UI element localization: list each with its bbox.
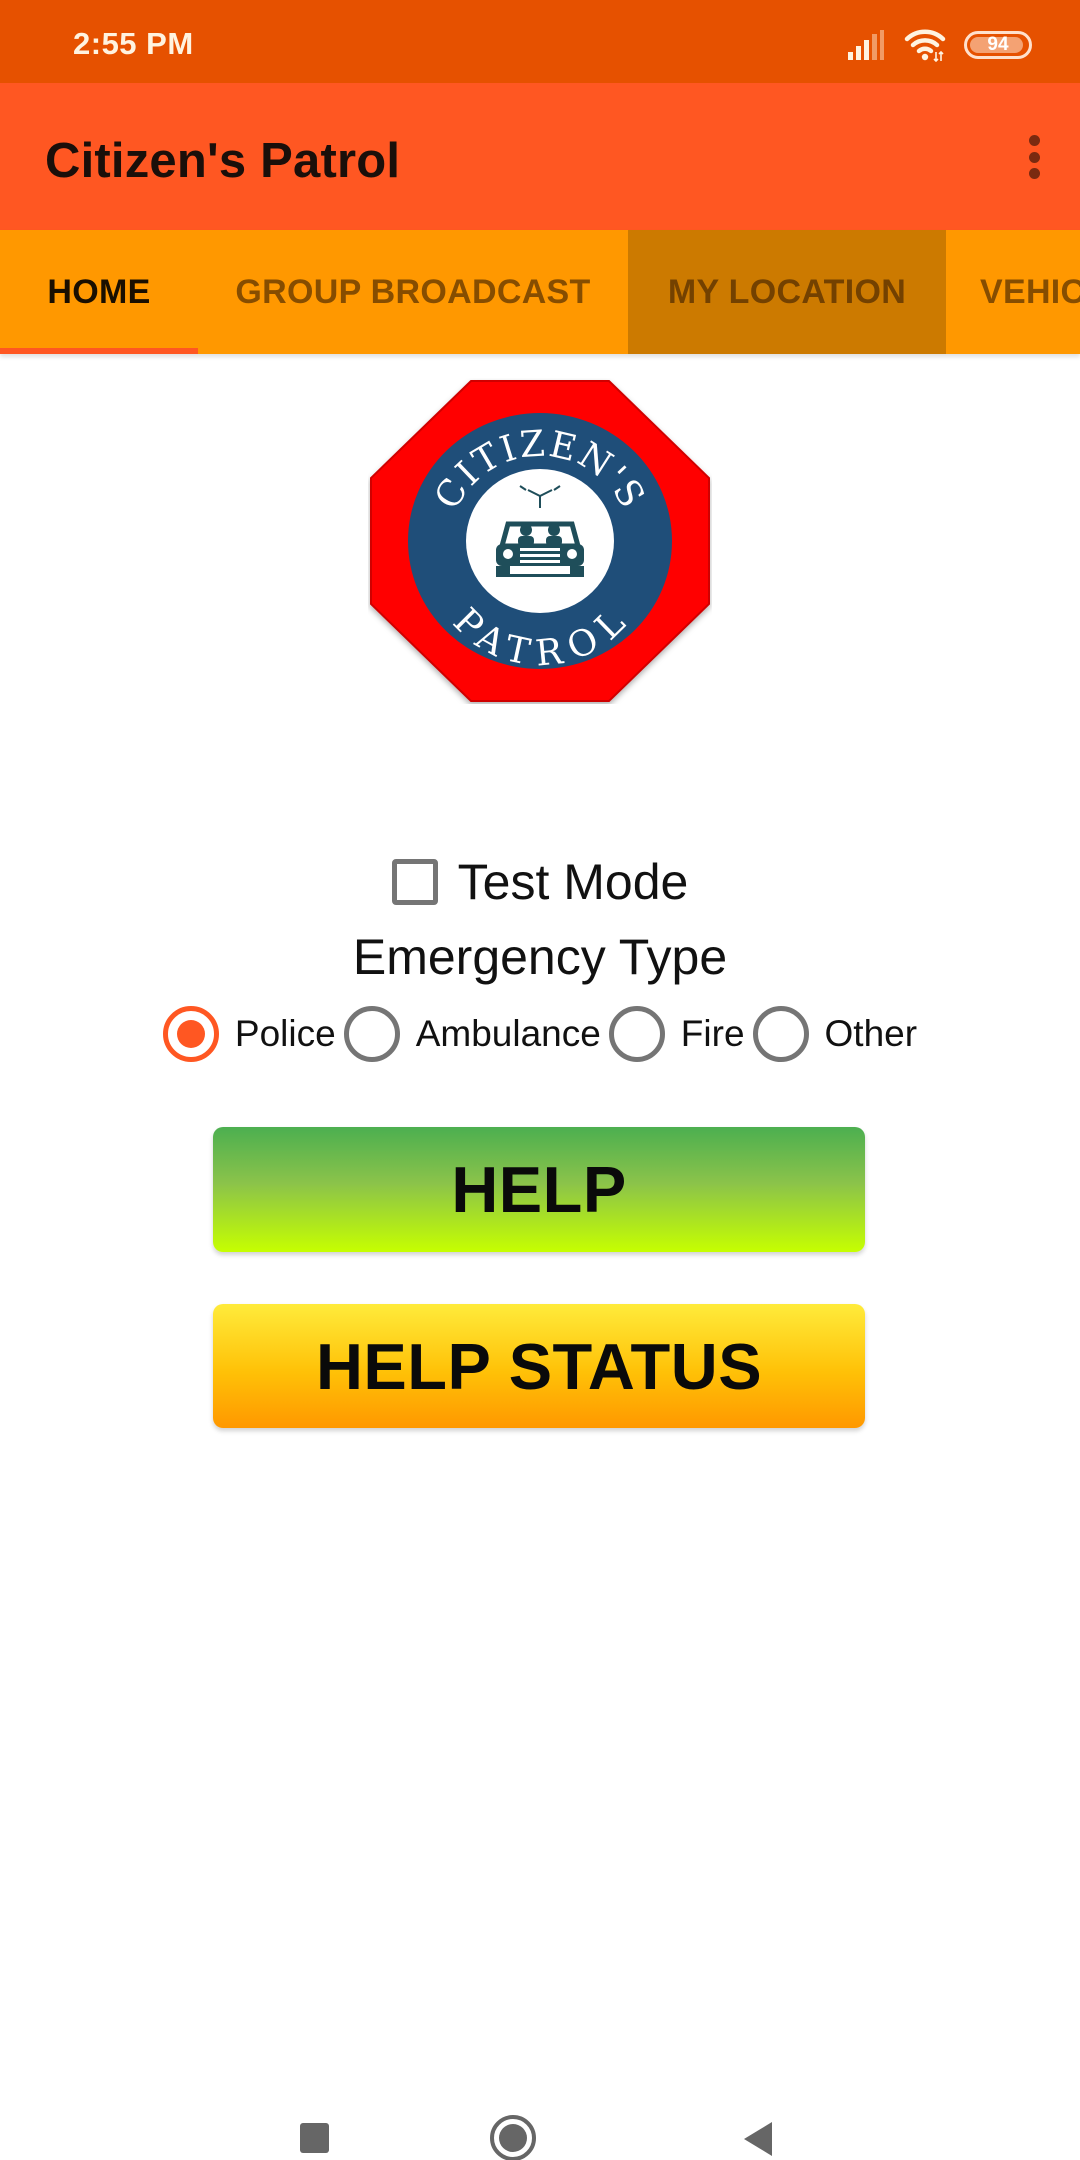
radio-police[interactable]: Police (162, 1006, 336, 1062)
radio-button[interactable] (162, 1006, 219, 1062)
home-icon[interactable] (490, 2115, 536, 2160)
menu-dot (1028, 135, 1040, 146)
radio-label: Fire (680, 1013, 745, 1054)
emergency-type-heading: Emergency Type (352, 929, 728, 985)
test-mode-checkbox[interactable] (391, 859, 438, 905)
system-nav-bar (0, 2040, 1080, 2160)
help-status-button[interactable]: HELP STATUS (213, 1304, 865, 1428)
radio-label: Ambulance (415, 1013, 601, 1054)
status-time: 2:55 PM (73, 26, 194, 61)
status-bar: 2:55 PM 94 (0, 0, 1080, 83)
emergency-type-radio-group: Police Ambulance Fire Other (0, 1006, 1080, 1062)
tab-bar: HOME GROUP BROADCAST MY LOCATION VEHIC (0, 230, 1080, 354)
tab-vehicle[interactable]: VEHIC (946, 230, 1080, 354)
signal-icon (848, 30, 884, 60)
radio-button[interactable] (608, 1006, 665, 1062)
back-icon[interactable] (744, 2122, 772, 2156)
battery-icon: 94 (964, 31, 1032, 59)
status-icons: 94 (846, 28, 1032, 62)
menu-dot (1028, 168, 1040, 179)
wifi-icon (904, 29, 946, 62)
help-button[interactable]: HELP (213, 1127, 865, 1252)
menu-dot (1028, 151, 1040, 163)
tab-home[interactable]: HOME (0, 230, 198, 354)
logo-center (466, 469, 614, 613)
tab-indicator (0, 348, 198, 354)
battery-level: 94 (987, 34, 1009, 55)
tab-group-broadcast[interactable]: GROUP BROADCAST (198, 230, 628, 354)
radio-ambulance[interactable]: Ambulance (343, 1006, 601, 1062)
app-bar: Citizen's Patrol (0, 83, 1080, 230)
test-mode-label: Test Mode (457, 854, 689, 910)
tab-my-location[interactable]: MY LOCATION (628, 230, 946, 354)
app-title: Citizen's Patrol (45, 134, 401, 188)
test-mode-checkbox-row[interactable]: Test Mode (0, 850, 1080, 914)
citizens-patrol-logo: CITIZEN'S PATROL (370, 380, 710, 702)
radio-label: Other (824, 1013, 918, 1054)
recents-icon[interactable] (300, 2123, 329, 2153)
radio-other[interactable]: Other (752, 1006, 918, 1062)
radio-button[interactable] (752, 1006, 809, 1062)
radio-button[interactable] (343, 1006, 400, 1062)
more-vertical-icon[interactable] (1016, 129, 1052, 185)
radio-fire[interactable]: Fire (608, 1006, 745, 1062)
radio-label: Police (234, 1013, 336, 1054)
